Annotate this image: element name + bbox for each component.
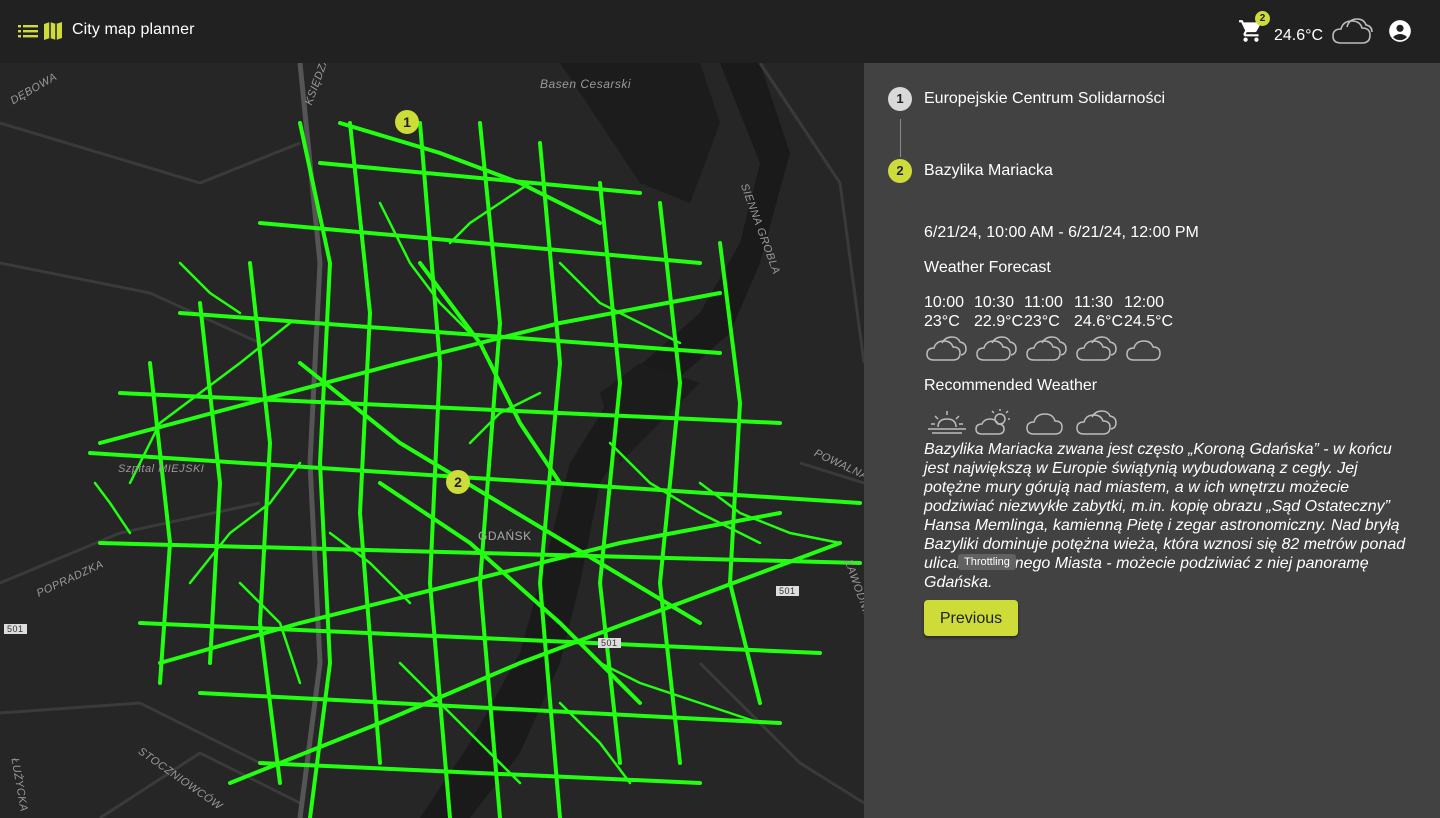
- itinerary-panel: 1 Europejskie Centrum Solidarności 2 Baz…: [864, 63, 1440, 818]
- forecast-time: 10:30: [974, 294, 1015, 311]
- recommended-weather-icons: [924, 407, 1144, 439]
- step-number-2: 2: [888, 159, 912, 183]
- top-app-bar: City map planner 2 24.6°C: [0, 0, 1440, 63]
- forecast-temp: 23°C: [924, 313, 960, 330]
- cloud-icon: [1126, 340, 1161, 361]
- cloudy-icon: [1076, 410, 1117, 435]
- sunrise-icon: [928, 411, 966, 434]
- map-pin-1[interactable]: 1: [395, 110, 419, 134]
- step-1[interactable]: 1 Europejskie Centrum Solidarności: [888, 87, 1165, 111]
- forecast-item: 11:30 24.6°C: [1074, 293, 1124, 362]
- road-sign-501: 501: [776, 586, 799, 596]
- previous-button[interactable]: Previous: [924, 600, 1018, 636]
- map-label-gdansk: GDAŃSK: [478, 529, 532, 543]
- forecast-item: 11:00 23°C: [1024, 293, 1074, 362]
- app-title: City map planner: [72, 21, 195, 38]
- forecast-temp: 23°C: [1024, 313, 1060, 330]
- recommended-weather-title: Recommended Weather: [924, 377, 1098, 394]
- cloud-icon: [1026, 413, 1063, 435]
- forecast-time: 12:00: [1124, 294, 1165, 311]
- account-icon[interactable]: [1387, 18, 1413, 44]
- road-sign-501: 501: [598, 638, 621, 648]
- forecast-item: 12:00 24.5°C: [1124, 293, 1174, 362]
- date-range: 6/21/24, 10:00 AM - 6/21/24, 12:00 PM: [924, 224, 1199, 241]
- forecast-time: 11:00: [1024, 294, 1063, 311]
- cart-count-badge: 2: [1255, 11, 1270, 26]
- map-canvas[interactable]: [0, 63, 864, 818]
- step-connector: [900, 119, 901, 157]
- cloud-icon: [1076, 336, 1117, 361]
- weather-forecast-title: Weather Forecast: [924, 259, 1051, 276]
- cloud-icon: [926, 336, 967, 361]
- forecast-time: 11:30: [1074, 294, 1113, 311]
- map-label-szpital: Szpital MIEJSKI: [118, 463, 205, 475]
- list-icon[interactable]: [18, 20, 38, 42]
- map-label-basen: Basen Cesarski: [540, 77, 632, 91]
- step-number-1: 1: [888, 87, 912, 111]
- forecast-item: 10:00 23°C: [924, 293, 974, 362]
- forecast-item: 10:30 22.9°C: [974, 293, 1024, 362]
- forecast-temp: 22.9°C: [974, 313, 1024, 330]
- road-sign-501: 501: [4, 624, 27, 634]
- current-temperature: 24.6°C: [1274, 27, 1324, 44]
- cloud-icon: [1332, 18, 1373, 44]
- map-pin-2[interactable]: 2: [446, 470, 470, 494]
- step-label-2: Bazylika Mariacka: [924, 162, 1053, 179]
- forecast-temp: 24.6°C: [1074, 313, 1124, 330]
- map-icon: [44, 22, 62, 40]
- forecast-temp: 24.5°C: [1124, 313, 1174, 330]
- step-2[interactable]: 2 Bazylika Mariacka: [888, 159, 1053, 183]
- cloud-icon: [976, 336, 1017, 361]
- partly-sunny-icon: [975, 409, 1010, 435]
- throttling-tooltip: Throttling: [958, 554, 1016, 570]
- city-map[interactable]: Basen Cesarski GDAŃSK Szpital MIEJSKI PO…: [0, 63, 864, 818]
- forecast-time: 10:00: [924, 294, 965, 311]
- cloud-icon: [1026, 336, 1067, 361]
- forecast-grid: 10:00 23°C 10:30 22.9°C 11:00 23°C 11:30…: [924, 293, 1224, 363]
- step-label-1: Europejskie Centrum Solidarności: [924, 90, 1165, 107]
